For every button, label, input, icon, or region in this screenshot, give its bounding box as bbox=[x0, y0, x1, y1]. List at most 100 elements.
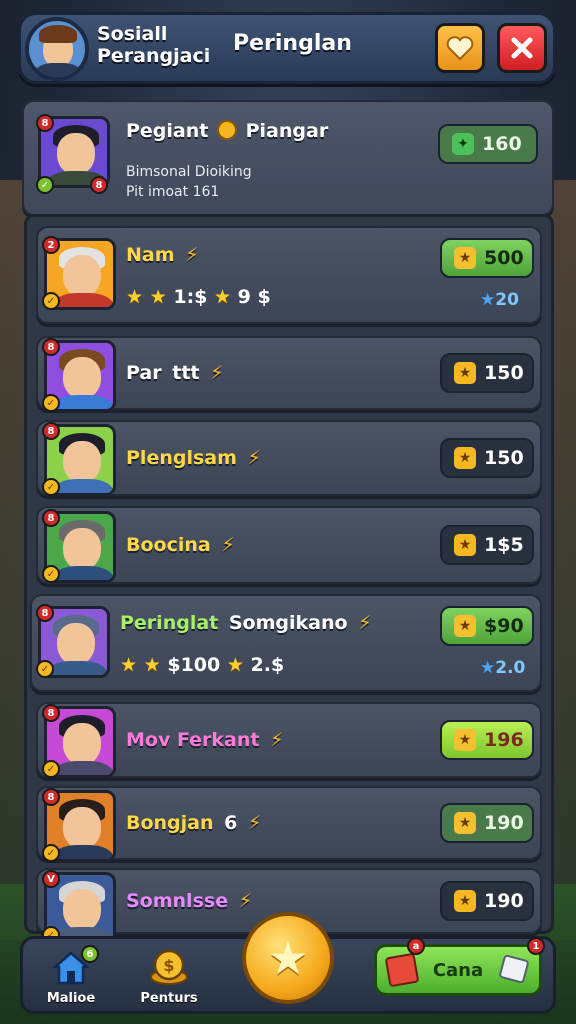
player-row[interactable]: 2 ✓ Nam ⚡ ★ 500 ★ ★ 1:$ ★ 9 $ ★20 bbox=[36, 226, 542, 324]
lightning-icon: ⚡ bbox=[185, 244, 199, 266]
level-badge: ✓ bbox=[42, 760, 60, 778]
blue-star-icon: ★ bbox=[480, 290, 496, 310]
center-star-button[interactable]: ★ bbox=[242, 912, 334, 1004]
coin-box-icon: ★ bbox=[454, 615, 476, 637]
player-name-text: Par bbox=[126, 362, 162, 384]
rating-tail: 2.$ bbox=[250, 654, 285, 676]
player-name: Plenglsam ⚡ bbox=[126, 447, 261, 469]
bonus-text: 20 bbox=[495, 290, 519, 310]
score-value: 190 bbox=[484, 812, 524, 834]
level-badge: ✓ bbox=[42, 478, 60, 496]
player-row[interactable]: 8 ✓ Plenglsam ⚡ ★ 150 bbox=[36, 420, 542, 496]
level-badge: ✓ bbox=[36, 176, 54, 194]
star-icon: ★ bbox=[126, 286, 144, 308]
rank-badge: 8 bbox=[42, 788, 60, 806]
coin-box-icon: ★ bbox=[454, 247, 476, 269]
rank-badge: 8 bbox=[36, 604, 54, 622]
coin-box-icon: ★ bbox=[454, 729, 476, 751]
score-value: $90 bbox=[484, 615, 524, 637]
lightning-icon: ⚡ bbox=[358, 612, 372, 634]
score-pill: ★ 150 bbox=[440, 353, 534, 393]
player-name: Bongjan 6 ⚡ bbox=[126, 812, 261, 834]
rank-badge: 2 bbox=[42, 236, 60, 254]
score-pill: ★ 500 bbox=[440, 238, 534, 278]
status-badge: 8 bbox=[90, 176, 108, 194]
rank-badge: 8 bbox=[42, 509, 60, 527]
player-subtitle-2: Pit imoat 161 bbox=[126, 184, 220, 200]
player-name-text: Nam bbox=[126, 244, 175, 266]
player-name: Boocina ⚡ bbox=[126, 534, 235, 556]
score-value: 150 bbox=[484, 447, 524, 469]
player-name-suffix: ttt bbox=[172, 362, 200, 384]
level-badge: ✓ bbox=[36, 660, 54, 678]
player-row[interactable]: 8 ✓ Par ttt ⚡ ★ 150 bbox=[36, 336, 542, 412]
close-button[interactable] bbox=[497, 23, 547, 73]
screen-title: Peringlan bbox=[233, 31, 352, 56]
star-rating: ★ ★ $100 ★ 2.$ bbox=[120, 654, 284, 676]
avatar-body bbox=[35, 63, 81, 77]
coins-icon: $ bbox=[150, 949, 188, 985]
player-row[interactable]: 8 ✓ Mov Ferkant ⚡ ★ 196 bbox=[36, 702, 542, 778]
avatar-hair bbox=[39, 25, 77, 43]
star-icon: ★ bbox=[149, 286, 167, 308]
player-name-text: Bongjan bbox=[126, 812, 214, 834]
envelope-icon bbox=[384, 952, 420, 988]
score-pill: ★ 190 bbox=[440, 803, 534, 843]
coin-icon bbox=[216, 120, 237, 140]
score-pill: ✦ 160 bbox=[438, 124, 538, 164]
profile-avatar[interactable] bbox=[25, 17, 89, 81]
score-value: 190 bbox=[484, 890, 524, 912]
bonus-value: ★20 bbox=[480, 290, 519, 310]
player-row[interactable]: 8 ✓ Peringlat Somgikano ⚡ ★ $90 ★ ★ $100… bbox=[30, 594, 542, 692]
star-icon: ★ bbox=[226, 654, 244, 676]
lightning-icon: ⚡ bbox=[270, 729, 284, 751]
nav-rewards[interactable]: $ Penturs bbox=[129, 945, 209, 1009]
player-row[interactable]: 8 ✓ Boocina ⚡ ★ 1$5 bbox=[36, 506, 542, 584]
player-name-text: Boocina bbox=[126, 534, 211, 556]
star-icon: ★ bbox=[267, 931, 309, 985]
cta-badge: a bbox=[407, 937, 425, 955]
score-value: 160 bbox=[482, 133, 522, 155]
score-pill: ★ 150 bbox=[440, 438, 534, 478]
bonus-value: ★2.0 bbox=[480, 658, 525, 678]
lightning-icon: ⚡ bbox=[221, 534, 235, 556]
rank-badge: V bbox=[42, 870, 60, 888]
nav-home[interactable]: 6 Malioe bbox=[31, 945, 111, 1009]
player-name: Mov Ferkant ⚡ bbox=[126, 729, 283, 751]
favorite-button[interactable] bbox=[435, 23, 485, 73]
score-pill: ★ $90 bbox=[440, 606, 534, 646]
star-badge-icon: ★ bbox=[454, 447, 476, 469]
cta-button[interactable]: Cana a 1 bbox=[374, 937, 545, 996]
star-badge-icon: ★ bbox=[454, 362, 476, 384]
header-bar: Sosiall Perangjaci Peringlan bbox=[18, 12, 556, 84]
bonus-text: 2.0 bbox=[495, 658, 526, 678]
rating-text: $100 bbox=[167, 654, 227, 676]
score-value: 500 bbox=[484, 247, 524, 269]
score-value: 196 bbox=[484, 729, 524, 751]
nav-rewards-label: Penturs bbox=[140, 991, 198, 1006]
player-name-text: Plenglsam bbox=[126, 447, 237, 469]
player-name-suffix: 6 bbox=[224, 812, 238, 834]
level-badge: ✓ bbox=[42, 565, 60, 583]
rating-text: 1:$ bbox=[173, 286, 214, 308]
player-name: Par ttt ⚡ bbox=[126, 362, 223, 384]
nav-home-label: Malioe bbox=[46, 991, 96, 1006]
player-name-text: Somnlsse bbox=[126, 890, 229, 912]
gem-icon: ✦ bbox=[452, 133, 474, 155]
lightning-icon: ⚡ bbox=[238, 890, 253, 912]
rank-badge: 8 bbox=[42, 422, 60, 440]
star-icon: ★ bbox=[143, 654, 161, 676]
cta-label: Cana bbox=[432, 959, 484, 981]
star-rating: ★ ★ 1:$ ★ 9 $ bbox=[126, 286, 271, 308]
top-player-card[interactable]: 8 ✓ 8 Pegiant Piangar Bimsonal Dioiking … bbox=[22, 100, 554, 216]
level-badge: ✓ bbox=[42, 394, 60, 412]
score-value: 1$5 bbox=[484, 534, 524, 556]
level-badge: ✓ bbox=[42, 844, 60, 862]
lightning-icon: ⚡ bbox=[210, 362, 224, 384]
coin-box-icon: ★ bbox=[454, 812, 476, 834]
player-row[interactable]: 8 ✓ Bongjan 6 ⚡ ★ 190 bbox=[36, 786, 542, 862]
rank-badge: 8 bbox=[36, 114, 54, 132]
score-value: 150 bbox=[484, 362, 524, 384]
player-name-text: Pegiant bbox=[126, 120, 209, 142]
star-icon: ★ bbox=[214, 286, 232, 308]
